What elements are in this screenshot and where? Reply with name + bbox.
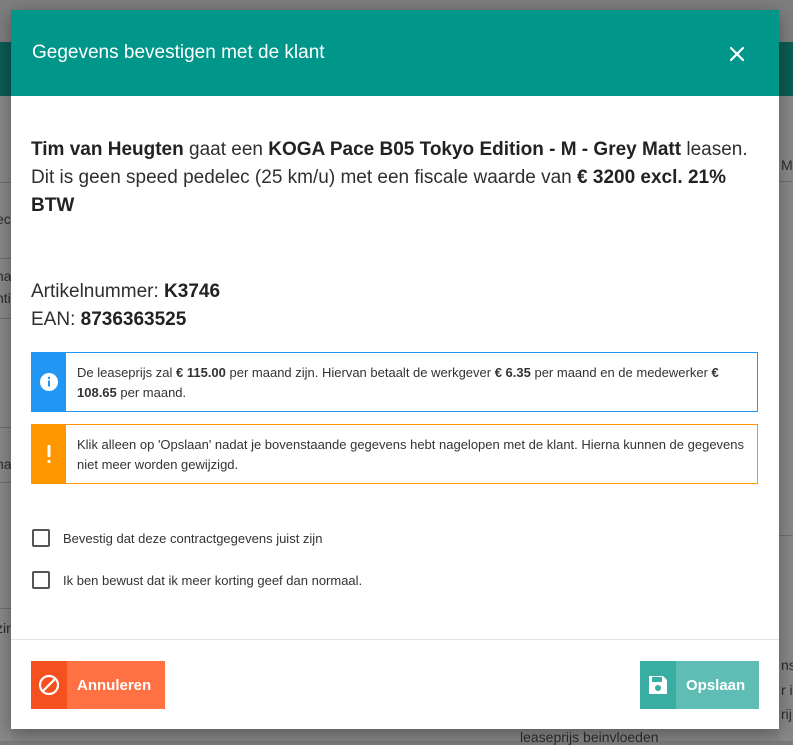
discount-awareness-checkbox-row[interactable]: Ik ben bewust dat ik meer korting geef d… — [32, 571, 362, 589]
confirm-details-checkbox[interactable] — [32, 529, 50, 547]
floppy-disk-icon — [640, 661, 676, 709]
info-text: per maand en de medewerker — [530, 365, 712, 380]
background-text: na — [0, 456, 12, 472]
background-text: nti — [0, 290, 11, 306]
info-icon — [32, 353, 66, 411]
save-label: Opslaan — [686, 676, 746, 694]
ean-label: EAN: — [31, 309, 81, 330]
save-warning-alert: Klik alleen op 'Opslaan' nadat je bovens… — [31, 424, 758, 484]
footer-divider — [11, 639, 779, 640]
ean-number: 8736363525 — [80, 309, 187, 330]
background-divider — [0, 182, 11, 183]
background-divider — [0, 427, 11, 428]
background-text: M — [781, 157, 793, 173]
dialog-title: Gegevens bevestigen met de klant — [32, 42, 325, 63]
discount-awareness-checkbox[interactable] — [32, 571, 50, 589]
cancel-button[interactable]: Annuleren — [31, 661, 165, 709]
close-icon — [729, 46, 745, 62]
monthly-price: € 115.00 — [176, 365, 226, 380]
dialog-header: Gegevens bevestigen met de klant — [11, 10, 779, 96]
close-button[interactable] — [723, 40, 751, 68]
lease-summary: Tim van Heugten gaat een KOGA Pace B05 T… — [31, 136, 761, 220]
background-divider — [0, 608, 11, 609]
ean-row: EAN: 8736363525 — [31, 306, 220, 334]
confirm-details-checkbox-row[interactable]: Bevestig dat deze contractgegevens juist… — [32, 529, 322, 547]
info-alert-text: De leaseprijs zal € 115.00 per maand zij… — [77, 363, 747, 403]
info-text: De leaseprijs zal — [77, 365, 176, 380]
background-text: ec — [0, 211, 11, 227]
info-text: per maand zijn. Hiervan betaalt de werkg… — [225, 365, 495, 380]
employer-amount: € 6.35 — [494, 365, 531, 380]
article-number-row: Artikelnummer: K3746 — [31, 278, 220, 306]
article-number-label: Artikelnummer: — [31, 281, 165, 302]
article-details: Artikelnummer: K3746 EAN: 8736363525 — [31, 278, 220, 334]
background-text: r i — [781, 682, 793, 698]
background-text: ns — [781, 657, 793, 673]
customer-name: Tim van Heugten — [31, 139, 184, 160]
background-divider — [779, 181, 793, 182]
background-text: rij — [781, 706, 792, 722]
background-text: leaseprijs beinvloeden — [520, 729, 659, 745]
ban-icon — [31, 661, 67, 709]
background-divider — [0, 258, 11, 259]
info-text: per maand. — [116, 385, 187, 400]
exclamation-icon — [32, 425, 66, 483]
warning-alert-text: Klik alleen op 'Opslaan' nadat je bovens… — [77, 437, 745, 472]
confirm-dialog: Gegevens bevestigen met de klant Tim van… — [11, 10, 779, 729]
background-text: na — [0, 268, 12, 284]
save-button[interactable]: Opslaan — [640, 661, 759, 709]
confirm-details-label: Bevestig dat deze contractgegevens juist… — [63, 530, 323, 546]
product-name: KOGA Pace B05 Tokyo Edition - M - Grey M… — [268, 139, 682, 160]
background-divider — [779, 535, 793, 536]
summary-text: gaat een — [183, 139, 269, 160]
background-right-column — [779, 96, 793, 741]
article-number: K3746 — [164, 281, 221, 302]
background-left-column — [0, 96, 11, 741]
background-divider — [0, 318, 11, 319]
lease-price-info-alert: De leaseprijs zal € 115.00 per maand zij… — [31, 352, 758, 412]
background-divider — [0, 482, 11, 483]
cancel-label: Annuleren — [77, 676, 152, 694]
discount-awareness-label: Ik ben bewust dat ik meer korting geef d… — [63, 572, 363, 588]
